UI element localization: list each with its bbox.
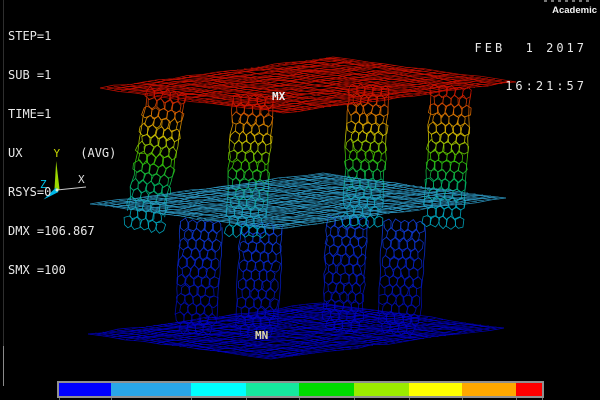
- graphene-sheet-top: [100, 57, 516, 113]
- contour-legend-bar: [57, 381, 544, 398]
- time-label: 16:21:57: [475, 80, 587, 93]
- contour-band-7: [409, 383, 462, 396]
- datetime-block: FEB 1 2017 16:21:57: [475, 17, 587, 117]
- min-node-label: MN: [255, 329, 268, 342]
- contour-band-2: [111, 383, 191, 396]
- info-sub: SUB =1: [8, 69, 116, 82]
- info-dmx: DMX =106.867: [8, 225, 116, 238]
- contour-band-5: [299, 383, 354, 396]
- info-step: STEP=1: [8, 30, 116, 43]
- academic-badge: Academic: [552, 5, 597, 16]
- contour-band-8: [462, 383, 516, 396]
- result-info-block: STEP=1 SUB =1 TIME=1 UX (AVG) RSYS=0 DMX…: [8, 4, 116, 303]
- clipped-text-sliver: [544, 0, 592, 2]
- contour-band-9: [516, 383, 542, 396]
- contour-band-3: [191, 383, 246, 396]
- contour-band-6: [354, 383, 409, 396]
- date-label: FEB 1 2017: [475, 42, 587, 55]
- info-time: TIME=1: [8, 108, 116, 121]
- info-smx: SMX =100: [8, 264, 116, 277]
- info-rsys: RSYS=0: [8, 186, 116, 199]
- contour-band-4: [246, 383, 299, 396]
- contour-band-1: [59, 383, 111, 396]
- max-node-label: MX: [272, 90, 286, 103]
- nanotube-upper-1: [124, 86, 186, 233]
- info-component: UX (AVG): [8, 147, 116, 160]
- ansys-graphics-window: Y X Z MXMN STEP=1 SUB =1 TIME=1 UX (AVG)…: [0, 0, 600, 400]
- graphene-sheet-bottom: [88, 303, 504, 359]
